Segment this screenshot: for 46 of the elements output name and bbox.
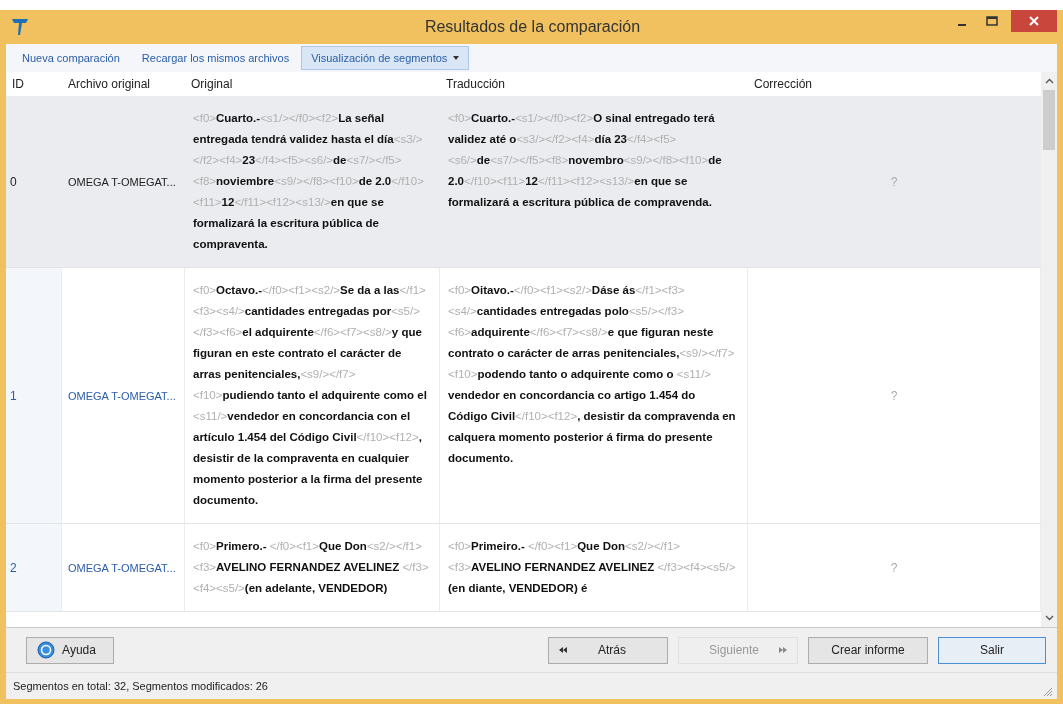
toolbar-dropdown[interactable]: Visualización de segmentos bbox=[301, 46, 470, 70]
correction-cell: ? bbox=[890, 388, 898, 403]
close-button[interactable] bbox=[1011, 10, 1057, 32]
id-cell: 1 bbox=[10, 388, 17, 403]
double-right-arrow-icon bbox=[779, 647, 787, 653]
correction-cell: ? bbox=[890, 560, 898, 575]
file-cell: OMEGA T-OMEGAT... bbox=[68, 561, 176, 574]
column-header[interactable]: Traducción bbox=[440, 77, 748, 91]
scrollbar[interactable] bbox=[1041, 72, 1057, 627]
close-icon bbox=[1029, 16, 1039, 26]
table-row[interactable] bbox=[6, 96, 1041, 268]
help-icon bbox=[37, 641, 55, 659]
original-text: <f0>Cuarto.-<s1/></f0><f2>La señal entregada tendrá validez hasta el día<s3/></f2><f4>23</f4><f5><s6/>de<s7/></f5><f8>noviembre<s9/></f8><f10>de 2.0</f10><f11>12</f11><f12><s13/>en que se formalizará la escritura pública de compraventa. bbox=[193, 111, 425, 252]
column-header[interactable]: Archivo original bbox=[62, 77, 185, 91]
translation-text: <f0>Cuarto.-<s1/></f0><f2>O sinal entregado terá validez até o<s3/></f2><f4>día 23</f4><f5><s6/>de<s7/></f5><f8>novembro<s9/></f8><f10>de 2.0</f10><f11>12</f11><f12><s13/>en que se formalizará a escritura pública de compravenda. bbox=[448, 111, 723, 210]
translation-text: <f0>Oitavo.-</f0><f1><s2/>Dáse ás</f1><f3><s4/>cantidades entregadas polo<s5/></f3><f6>adquirente</f6><f7><s8/>e que figuran neste contrato o carácter de arras penitenciales,<s9/></f7><f10>podendo tanto o adquirente como o <s11/> vendedor en concordancia co artigo 1.454 do Código Civil</f10><f12>, desistir da compravenda en calquera momento posterior á firma do presente documento. bbox=[448, 283, 737, 466]
minimize-icon bbox=[958, 23, 966, 26]
correction-cell: ? bbox=[890, 174, 898, 189]
scrollbar-thumb[interactable] bbox=[1043, 90, 1055, 150]
column-header[interactable]: Corrección bbox=[748, 77, 1041, 91]
table-row[interactable] bbox=[6, 268, 1041, 524]
caret-icon bbox=[453, 56, 460, 60]
help-button[interactable]: Ayuda bbox=[26, 636, 114, 664]
double-left-arrow-icon bbox=[559, 647, 567, 653]
original-text: <f0>Primero.- </f0><f1>Que Don<s2/></f1><f3>AVELINO FERNANDEZ AVELINEZ </f3><f4><s5/>(en adelante, VENDEDOR) bbox=[193, 539, 429, 596]
scroll-down-icon[interactable] bbox=[1044, 615, 1054, 621]
logo-icon bbox=[12, 18, 28, 36]
action-button[interactable]: Crear informe bbox=[808, 636, 928, 664]
scroll-up-icon[interactable] bbox=[1044, 78, 1054, 84]
id-cell: 2 bbox=[10, 560, 17, 575]
toolbar-link[interactable]: Nueva comparación bbox=[12, 46, 130, 70]
window-title: Resultados de la comparación bbox=[424, 18, 641, 36]
original-text: <f0>Octavo.-</f0><f1><s2/>Se da a las</f1><f3><s4/>cantidades entregadas por<s5/></f3><f6>el adquirente</f6><f7><s8/>y que figuran en este contrato el carácter de arras penitenciales,<s9/></f7><f10>pudiendo tanto el adquirente como el <s11/>vendedor en concordancia con el artículo 1.454 del Código Civil</f10><f12>, desistir de la compraventa en cualquier momento posterior a la firma del presente documento. bbox=[193, 283, 428, 508]
action-button[interactable]: Salir bbox=[938, 636, 1046, 664]
column-header[interactable]: ID bbox=[6, 77, 62, 91]
resize-grip-icon[interactable] bbox=[1043, 687, 1053, 697]
status-text: Segmentos en total: 32, Segmentos modificados: 26 bbox=[13, 680, 268, 692]
maximize-icon bbox=[986, 16, 998, 26]
toolbar-link[interactable]: Recargar los mismos archivos bbox=[131, 46, 300, 70]
back-button[interactable]: Atrás bbox=[548, 636, 668, 664]
file-cell: OMEGA T-OMEGAT... bbox=[68, 389, 176, 402]
id-cell: 0 bbox=[10, 174, 17, 189]
table-row[interactable] bbox=[6, 524, 1041, 612]
translation-text: <f0>Primeiro.- </f0><f1>Que Don<s2/></f1><f3>AVELINO FERNANDEZ AVELINEZ </f3><f4><s5/>(en diante, VENDEDOR) é bbox=[448, 539, 737, 596]
column-header[interactable]: Original bbox=[185, 77, 440, 91]
file-cell: OMEGA T-OMEGAT... bbox=[68, 175, 176, 188]
